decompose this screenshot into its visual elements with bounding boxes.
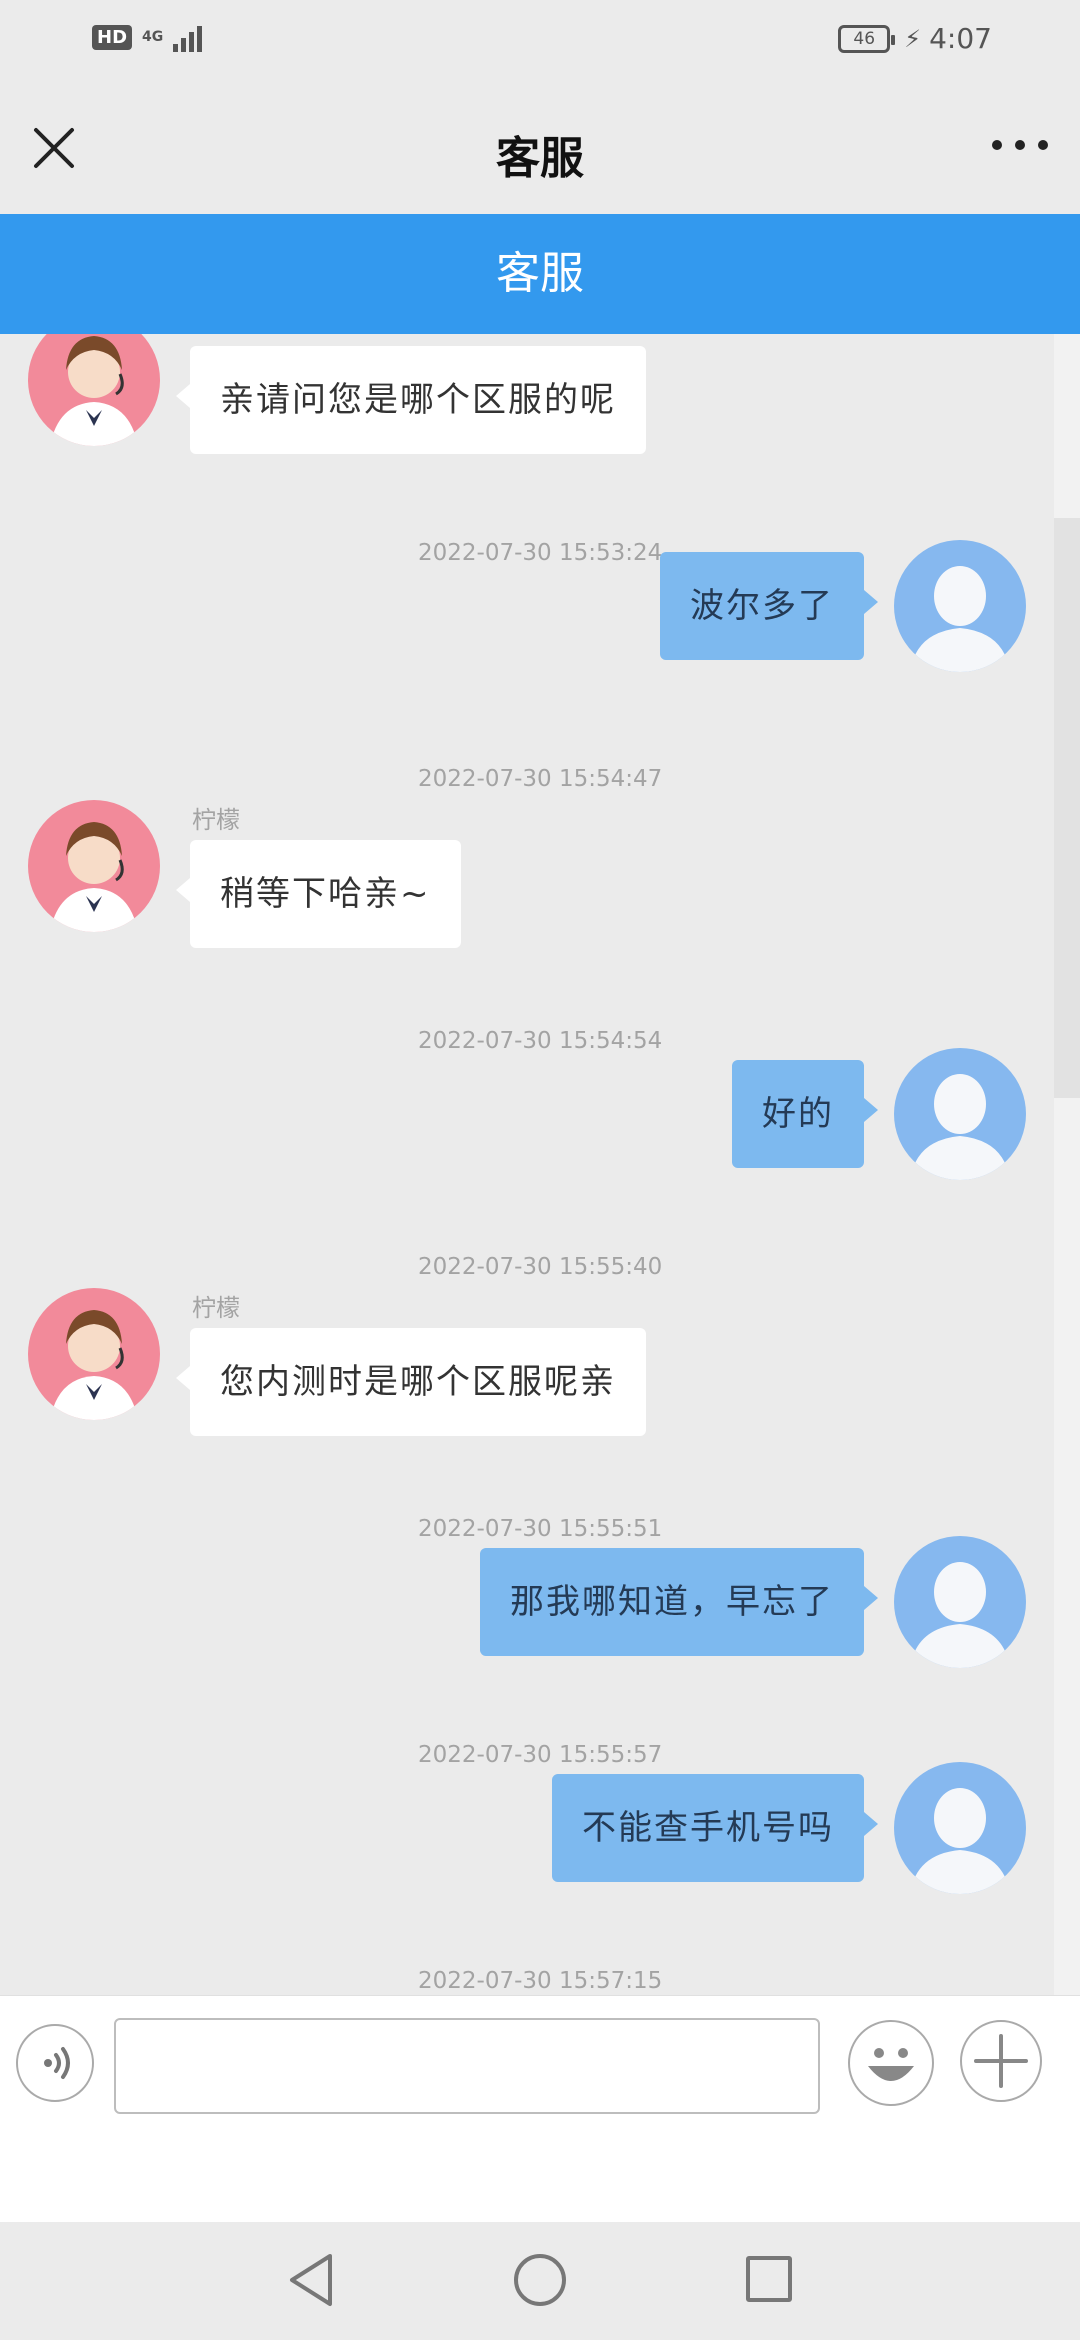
input-bar: [0, 1995, 1080, 2223]
plus-button[interactable]: [960, 2020, 1042, 2102]
system-nav-bar: [0, 2222, 1080, 2340]
voice-button[interactable]: [16, 2024, 94, 2102]
battery-icon: 46: [838, 24, 896, 53]
user-avatar: [894, 1536, 1026, 1668]
charging-icon: ⚡: [904, 24, 922, 53]
hd-badge: HD: [92, 24, 133, 50]
status-time: 4:07: [929, 22, 992, 55]
page-title: 客服: [496, 133, 584, 184]
user-avatar: [894, 540, 1026, 672]
emoji-button[interactable]: [848, 2020, 934, 2106]
chat-area: 柠檬 亲请问您是哪个区服的呢 2022-07-30 15:53:24 波尔多了 …: [0, 334, 1054, 1995]
nav-recent-icon[interactable]: [746, 2256, 792, 2302]
agent-avatar: [28, 1288, 160, 1420]
more-icon[interactable]: [992, 140, 1048, 156]
agent-avatar: [28, 334, 160, 446]
message-bubble: 您内测时是哪个区服呢亲: [176, 1328, 646, 1436]
plus-icon: [974, 2034, 1028, 2088]
emoji-icon: [868, 2048, 914, 2081]
message-bubble: 波尔多了: [660, 552, 878, 660]
user-avatar: [894, 1762, 1026, 1894]
network-type: 4G: [142, 29, 164, 45]
message-timestamp: 2022-07-30 15:54:47: [418, 766, 663, 792]
sender-name: 柠檬: [192, 806, 240, 834]
message-bubble: 好的: [732, 1060, 878, 1168]
message-timestamp: 2022-07-30 15:55:57: [418, 1742, 663, 1768]
sender-name: 柠檬: [192, 1294, 240, 1322]
message-timestamp: 2022-07-30 15:54:54: [418, 1028, 663, 1054]
message-bubble: 稍等下哈亲~: [176, 840, 461, 948]
battery-level: 46: [853, 28, 876, 49]
status-right: 46 ⚡ 4:07: [838, 22, 992, 55]
scrollbar-thumb[interactable]: [1054, 518, 1080, 1098]
nav-home-icon[interactable]: [514, 2254, 566, 2306]
chat-header: 客服: [0, 214, 1080, 334]
message-bubble: 亲请问您是哪个区服的呢: [176, 346, 646, 454]
voice-icon: [44, 2047, 70, 2079]
message-timestamp: 2022-07-30 15:55:51: [418, 1516, 663, 1542]
title-bar: 客服: [0, 84, 1080, 214]
message-timestamp: 2022-07-30 15:53:24: [418, 540, 663, 566]
message-bubble: 不能查手机号吗: [552, 1774, 878, 1882]
agent-avatar: [28, 800, 160, 932]
user-avatar: [894, 1048, 1026, 1180]
status-left: HD 4G: [92, 22, 203, 52]
message-timestamp: 2022-07-30 15:57:15: [418, 1968, 663, 1994]
nav-back-icon[interactable]: [286, 2252, 336, 2308]
signal-icon: [173, 22, 203, 52]
status-bar: HD 4G 46 ⚡ 4:07: [0, 0, 1080, 84]
message-input[interactable]: [114, 2018, 820, 2114]
message-timestamp: 2022-07-30 15:55:40: [418, 1254, 663, 1280]
message-bubble: 那我哪知道，早忘了: [480, 1548, 878, 1656]
